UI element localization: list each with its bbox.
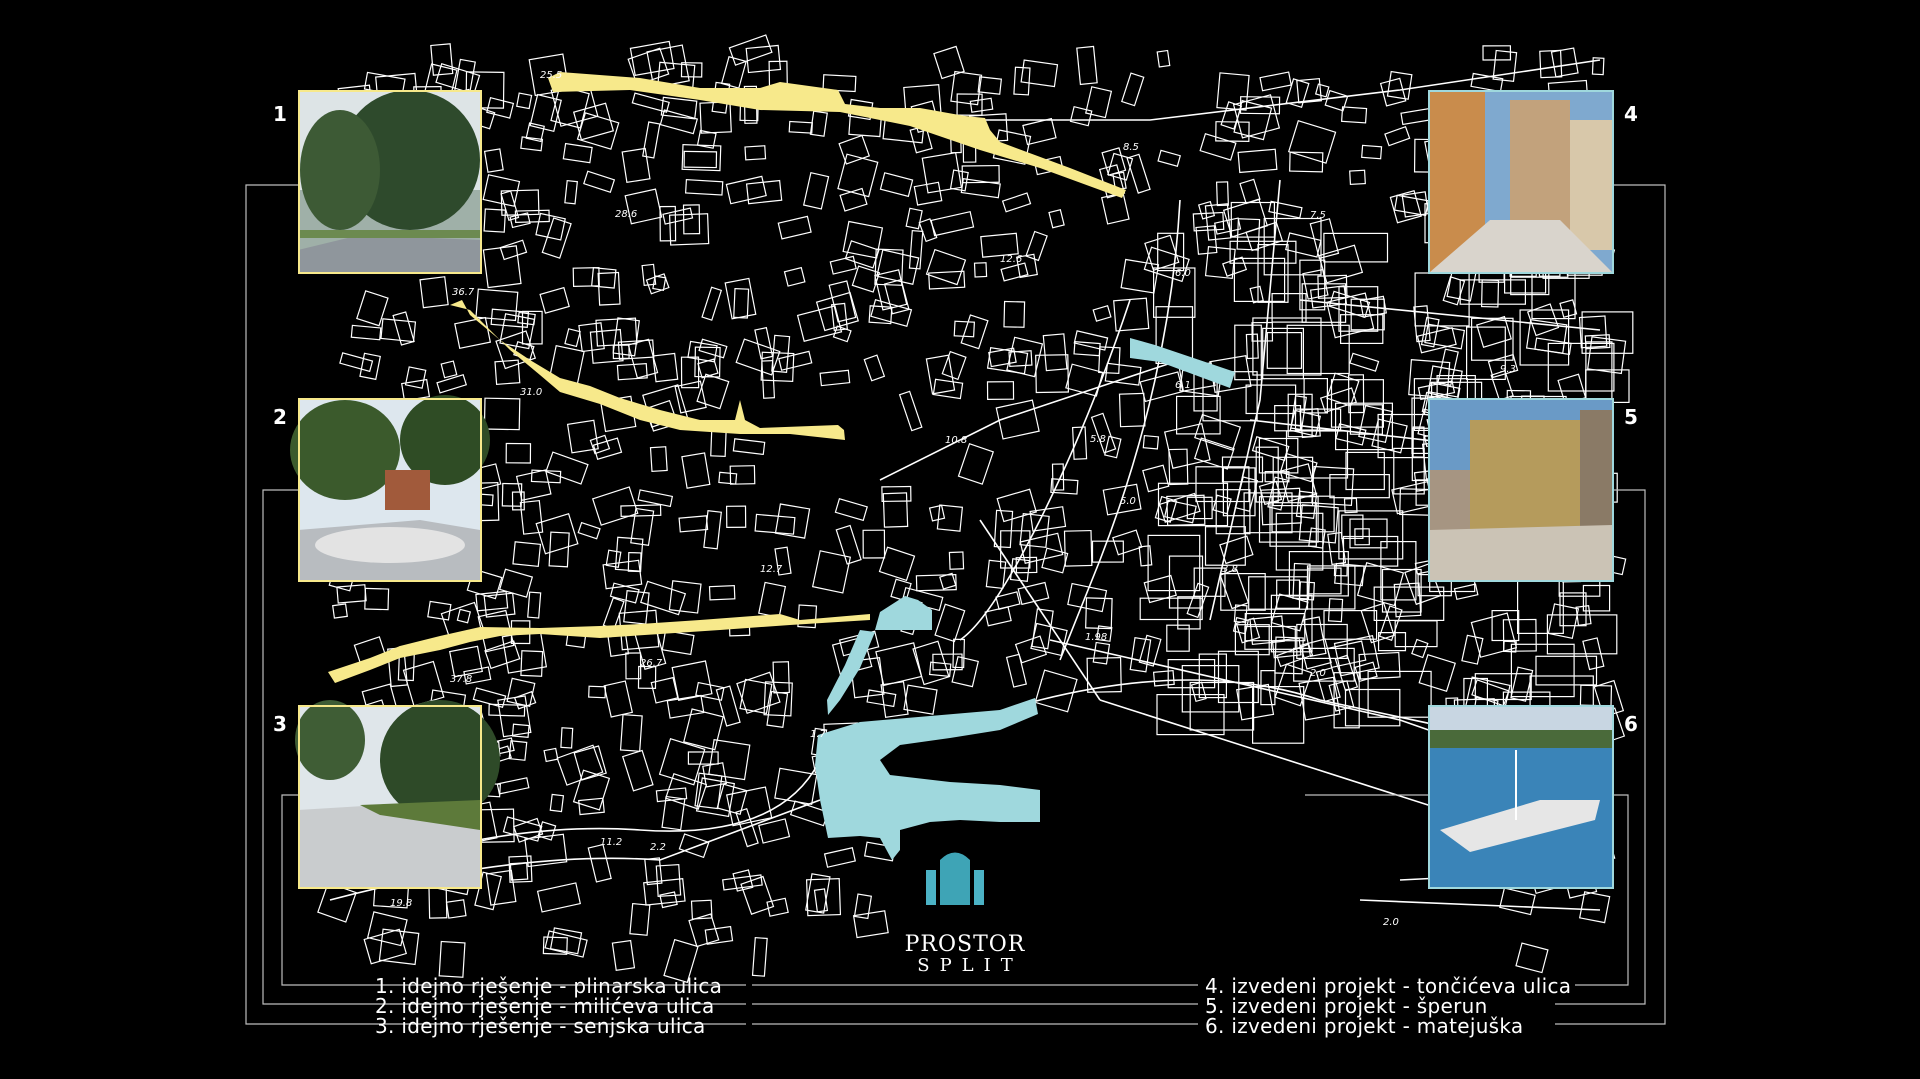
elevation-label: 5.8 (1090, 434, 1106, 445)
elevation-label: 8.5 (1123, 142, 1139, 153)
elevation-label: 1.7 (810, 729, 827, 740)
panel-number-5: 5 (1624, 405, 1638, 429)
elevation-label: 26.7 (640, 658, 663, 669)
logo-name: PROSTOR (904, 932, 1026, 957)
logo: PROSTOR SPLIT (895, 860, 1035, 976)
elevation-label: 36.7 (452, 287, 475, 298)
elevation-label: 7.5 (1310, 210, 1326, 221)
elevation-label: 6.1 (1175, 380, 1191, 391)
panel-number-6: 6 (1624, 712, 1638, 736)
elevation-label: 12.6 (1000, 254, 1022, 265)
photo-3-frame (298, 705, 482, 889)
photo-6-frame (1428, 705, 1614, 889)
elevation-label: 9.3 (1500, 364, 1516, 375)
elevation-label: 11.2 (600, 837, 622, 848)
elevation-label: 12.7 (760, 564, 783, 575)
elevation-label: 2.0 (1383, 917, 1399, 928)
elevation-label: 25.5 (540, 70, 562, 81)
elevation-label: 19.8 (390, 898, 412, 909)
elevation-label: 28.6 (615, 209, 637, 220)
photo-4-frame (1428, 90, 1614, 274)
elevation-label: 31.0 (520, 387, 542, 398)
logo-sub: SPLIT (917, 955, 1023, 976)
photo-1-frame (298, 90, 482, 274)
photo-2-frame (298, 398, 482, 582)
elevation-label: 5.0 (1120, 496, 1136, 507)
panel-number-2: 2 (273, 405, 287, 429)
elevation-label: 3.8 (1222, 564, 1238, 575)
elevation-label: 2.0 (1310, 668, 1326, 679)
elevation-label: 6.0 (1175, 268, 1191, 279)
elevation-label: 2.2 (650, 842, 666, 853)
panel-number-1: 1 (273, 102, 287, 126)
elevation-label: 10.8 (945, 435, 967, 446)
legend-item-6: 6. izvedeni projekt - matejuška (1205, 1014, 1524, 1038)
panel-number-3: 3 (273, 712, 287, 736)
elevation-label: 1.98 (1085, 632, 1107, 643)
photo-5-frame (1428, 398, 1614, 582)
legend-item-3: 3. idejno rješenje - senjska ulica (375, 1014, 706, 1038)
elevation-label: 37.8 (450, 674, 472, 685)
panel-number-4: 4 (1624, 102, 1638, 126)
